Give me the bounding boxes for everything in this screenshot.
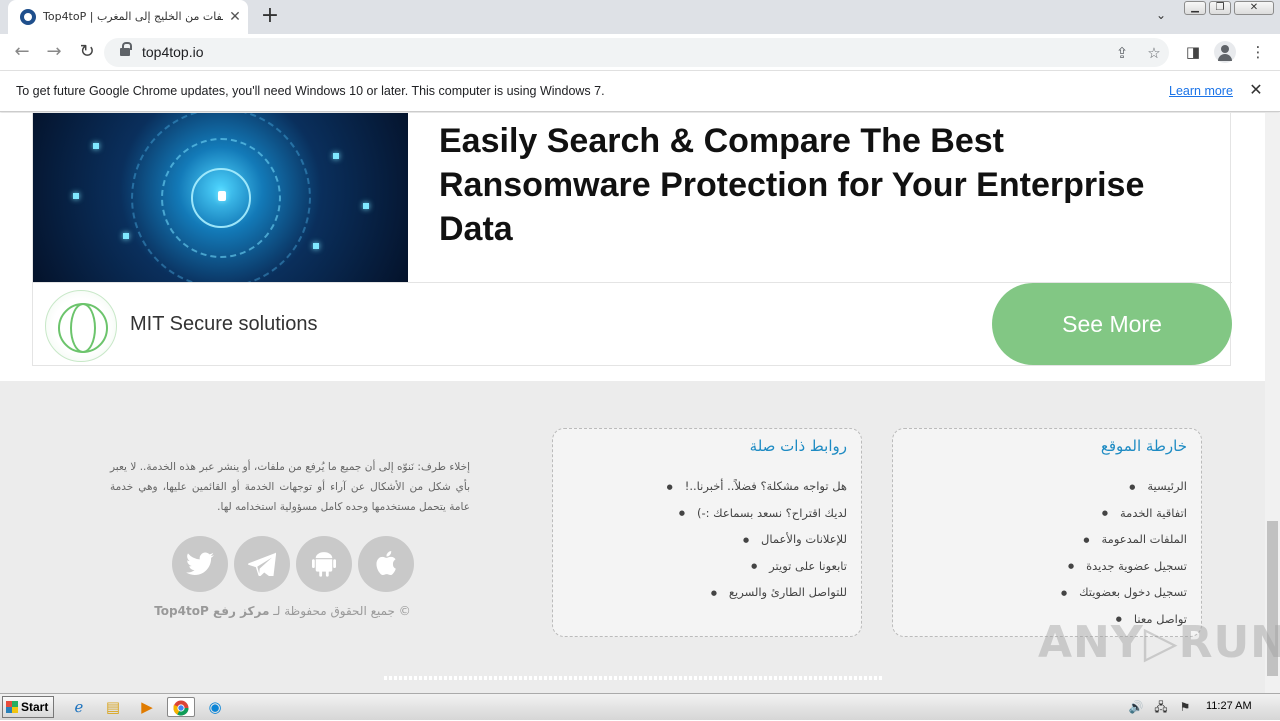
learn-more-link[interactable]: Learn more: [1169, 84, 1233, 98]
action-center-flag-icon[interactable]: ⚑: [1176, 699, 1194, 715]
address-bar[interactable]: top4top.io ⇪ ☆: [104, 38, 1169, 67]
tab-search-button[interactable]: ⌄: [1151, 8, 1171, 26]
reload-icon[interactable]: ↻: [75, 41, 99, 65]
profile-avatar[interactable]: [1214, 41, 1236, 63]
start-button[interactable]: Start: [2, 696, 54, 718]
tab-close-icon[interactable]: ✕: [226, 8, 244, 26]
sitemap-title: خارطة الموقع: [1100, 437, 1187, 455]
copyright-brand-link[interactable]: مركز رفع Top4toP: [154, 604, 269, 618]
chrome-taskbar-icon[interactable]: [167, 697, 195, 717]
list-item[interactable]: لديك اقتراح؟ نسعد بسماعك :-): [667, 500, 847, 527]
page-viewport: Easily Search & Compare The Best Ransomw…: [0, 113, 1265, 693]
tab-strip: Top4toP | ملفات من الخليج إلى المغرب ✕ +…: [0, 0, 1280, 34]
minimize-button[interactable]: ▁: [1184, 1, 1206, 15]
ad-footer: MIT Secure solutions See More: [33, 282, 1232, 366]
copyright-text: © جميع الحقوق محفوظة لـ مركز رفع Top4toP: [150, 604, 415, 618]
start-label: Start: [21, 700, 49, 714]
infobar-close-icon[interactable]: ✕: [1247, 81, 1265, 99]
back-icon[interactable]: ←: [10, 41, 34, 65]
page-scrollbar[interactable]: [1265, 113, 1280, 693]
disclaimer-text: إخلاء طرف: نَنوّه إلى أن جميع ما يُرفع م…: [110, 461, 470, 513]
list-item[interactable]: تابعونا على تويتر: [667, 553, 847, 580]
copyright-prefix: © جميع الحقوق محفوظة لـ: [273, 604, 411, 618]
list-item[interactable]: للتواصل الطارئ والسريع: [667, 579, 847, 606]
list-item[interactable]: اتفاقية الخدمة: [1061, 500, 1187, 527]
list-item[interactable]: الملفات المدعومة: [1061, 526, 1187, 553]
maximize-button[interactable]: ❐: [1209, 1, 1231, 15]
lock-icon[interactable]: [120, 42, 132, 56]
anyrun-watermark: ANY▷RUN: [1038, 617, 1280, 668]
windows-logo-icon: [6, 701, 18, 713]
list-item[interactable]: تسجيل عضوية جديدة: [1061, 553, 1187, 580]
sitemap-box: خارطة الموقع الرئيسية اتفاقية الخدمة الم…: [892, 428, 1202, 637]
side-panel-icon[interactable]: ◨: [1183, 42, 1203, 62]
media-player-icon[interactable]: ▶: [135, 697, 159, 717]
update-infobar: To get future Google Chrome updates, you…: [0, 71, 1280, 112]
volume-icon[interactable]: 🔊: [1127, 699, 1145, 715]
telegram-icon[interactable]: [234, 536, 290, 592]
close-window-button[interactable]: ✕: [1234, 1, 1274, 15]
site-favicon-icon: [20, 9, 36, 25]
ad-headline[interactable]: Easily Search & Compare The Best Ransomw…: [439, 119, 1199, 251]
tab-title: Top4toP | ملفات من الخليج إلى المغرب: [43, 10, 223, 23]
related-links-box: روابط ذات صلة هل تواجه مشكلة؟ فضلاً.. أخ…: [552, 428, 862, 637]
windows-taskbar: Start ℯ ▤ ▶ ◉ 🔊 🖧 ⚑ 11:27 AM: [0, 693, 1280, 720]
social-links: [172, 536, 414, 592]
new-tab-button[interactable]: +: [259, 5, 281, 28]
brand-globe-logo: [45, 290, 117, 362]
taskbar-clock[interactable]: 11:27 AM: [1206, 700, 1252, 712]
list-item[interactable]: تسجيل دخول بعضويتك: [1061, 579, 1187, 606]
ad-card[interactable]: Easily Search & Compare The Best Ransomw…: [32, 113, 1232, 366]
internet-explorer-icon[interactable]: ℯ: [67, 697, 91, 717]
list-item[interactable]: الرئيسية: [1061, 473, 1187, 500]
apple-icon[interactable]: [358, 536, 414, 592]
ad-image[interactable]: [33, 113, 408, 282]
sitemap-list: الرئيسية اتفاقية الخدمة الملفات المدعومة…: [1061, 473, 1187, 632]
ad-brand-name[interactable]: MIT Secure solutions: [130, 313, 318, 336]
list-item[interactable]: للإعلانات والأعمال: [667, 526, 847, 553]
share-icon[interactable]: ⇪: [1112, 43, 1132, 63]
see-more-button[interactable]: See More: [992, 283, 1232, 365]
menu-dots-icon[interactable]: ⋮: [1248, 42, 1268, 62]
network-icon[interactable]: 🖧: [1152, 699, 1170, 715]
infobar-message: To get future Google Chrome updates, you…: [16, 84, 605, 98]
twitter-icon[interactable]: [172, 536, 228, 592]
bookmark-star-icon[interactable]: ☆: [1144, 43, 1164, 63]
footer-divider: [384, 676, 882, 680]
related-links-list: هل تواجه مشكلة؟ فضلاً.. أخبرنا..! لديك ا…: [667, 473, 847, 606]
list-item[interactable]: هل تواجه مشكلة؟ فضلاً.. أخبرنا..!: [667, 473, 847, 500]
browser-tab[interactable]: Top4toP | ملفات من الخليج إلى المغرب ✕: [8, 0, 248, 34]
forward-icon[interactable]: →: [42, 41, 66, 65]
browser-toolbar: ← → ↻ top4top.io ⇪ ☆ ◨ ⋮: [0, 34, 1280, 71]
edge-icon[interactable]: ◉: [203, 697, 227, 717]
file-explorer-icon[interactable]: ▤: [101, 697, 125, 717]
android-icon[interactable]: [296, 536, 352, 592]
url-text[interactable]: top4top.io: [142, 44, 204, 60]
related-links-title: روابط ذات صلة: [749, 437, 847, 455]
